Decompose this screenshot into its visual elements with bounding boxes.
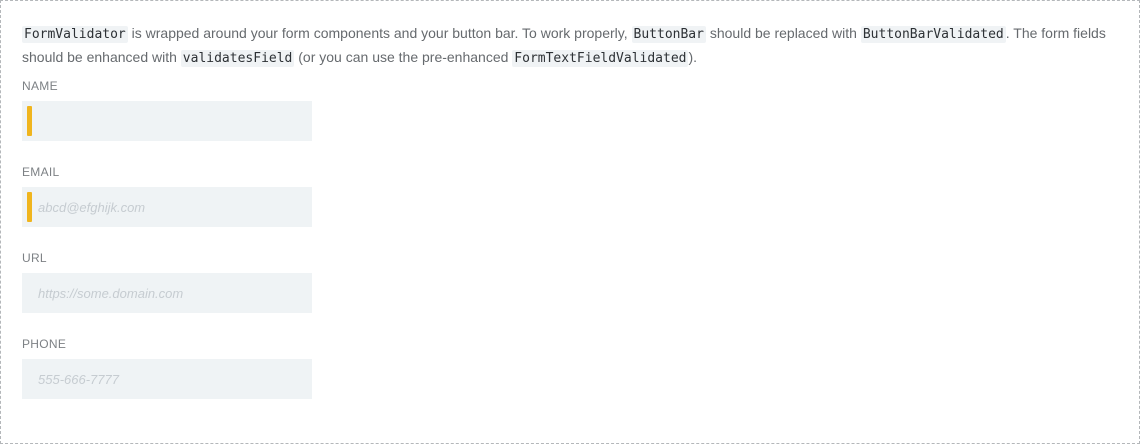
phone-field-group: PHONE bbox=[22, 337, 312, 399]
demo-frame: FormValidator is wrapped around your for… bbox=[0, 0, 1140, 444]
name-field-group: NAME bbox=[22, 79, 312, 141]
code-button-bar: ButtonBar bbox=[631, 26, 706, 43]
name-label: NAME bbox=[22, 79, 58, 93]
intro-text-1: is wrapped around your form components a… bbox=[127, 25, 632, 41]
intro-text-4: (or you can use the pre-enhanced bbox=[294, 49, 513, 65]
url-input[interactable] bbox=[22, 273, 312, 313]
intro-paragraph: FormValidator is wrapped around your for… bbox=[22, 22, 1122, 70]
phone-label: PHONE bbox=[22, 337, 67, 351]
url-input-container bbox=[22, 273, 312, 313]
code-form-validator: FormValidator bbox=[22, 26, 128, 43]
email-field-group: EMAIL bbox=[22, 165, 312, 227]
name-input[interactable] bbox=[22, 101, 312, 141]
code-form-text-field-validated: FormTextFieldValidated bbox=[512, 50, 689, 67]
url-field-group: URL bbox=[22, 251, 312, 313]
intro-text-2: should be replaced with bbox=[705, 25, 861, 41]
phone-input-container bbox=[22, 359, 312, 399]
email-input[interactable] bbox=[22, 187, 312, 227]
email-input-container bbox=[22, 187, 312, 227]
email-label: EMAIL bbox=[22, 165, 60, 179]
name-input-container bbox=[22, 101, 312, 141]
code-validates-field: validatesField bbox=[180, 50, 295, 67]
phone-input[interactable] bbox=[22, 359, 312, 399]
url-label: URL bbox=[22, 251, 47, 265]
code-button-bar-validated: ButtonBarValidated bbox=[860, 26, 1006, 43]
intro-text-5: ). bbox=[688, 49, 698, 65]
